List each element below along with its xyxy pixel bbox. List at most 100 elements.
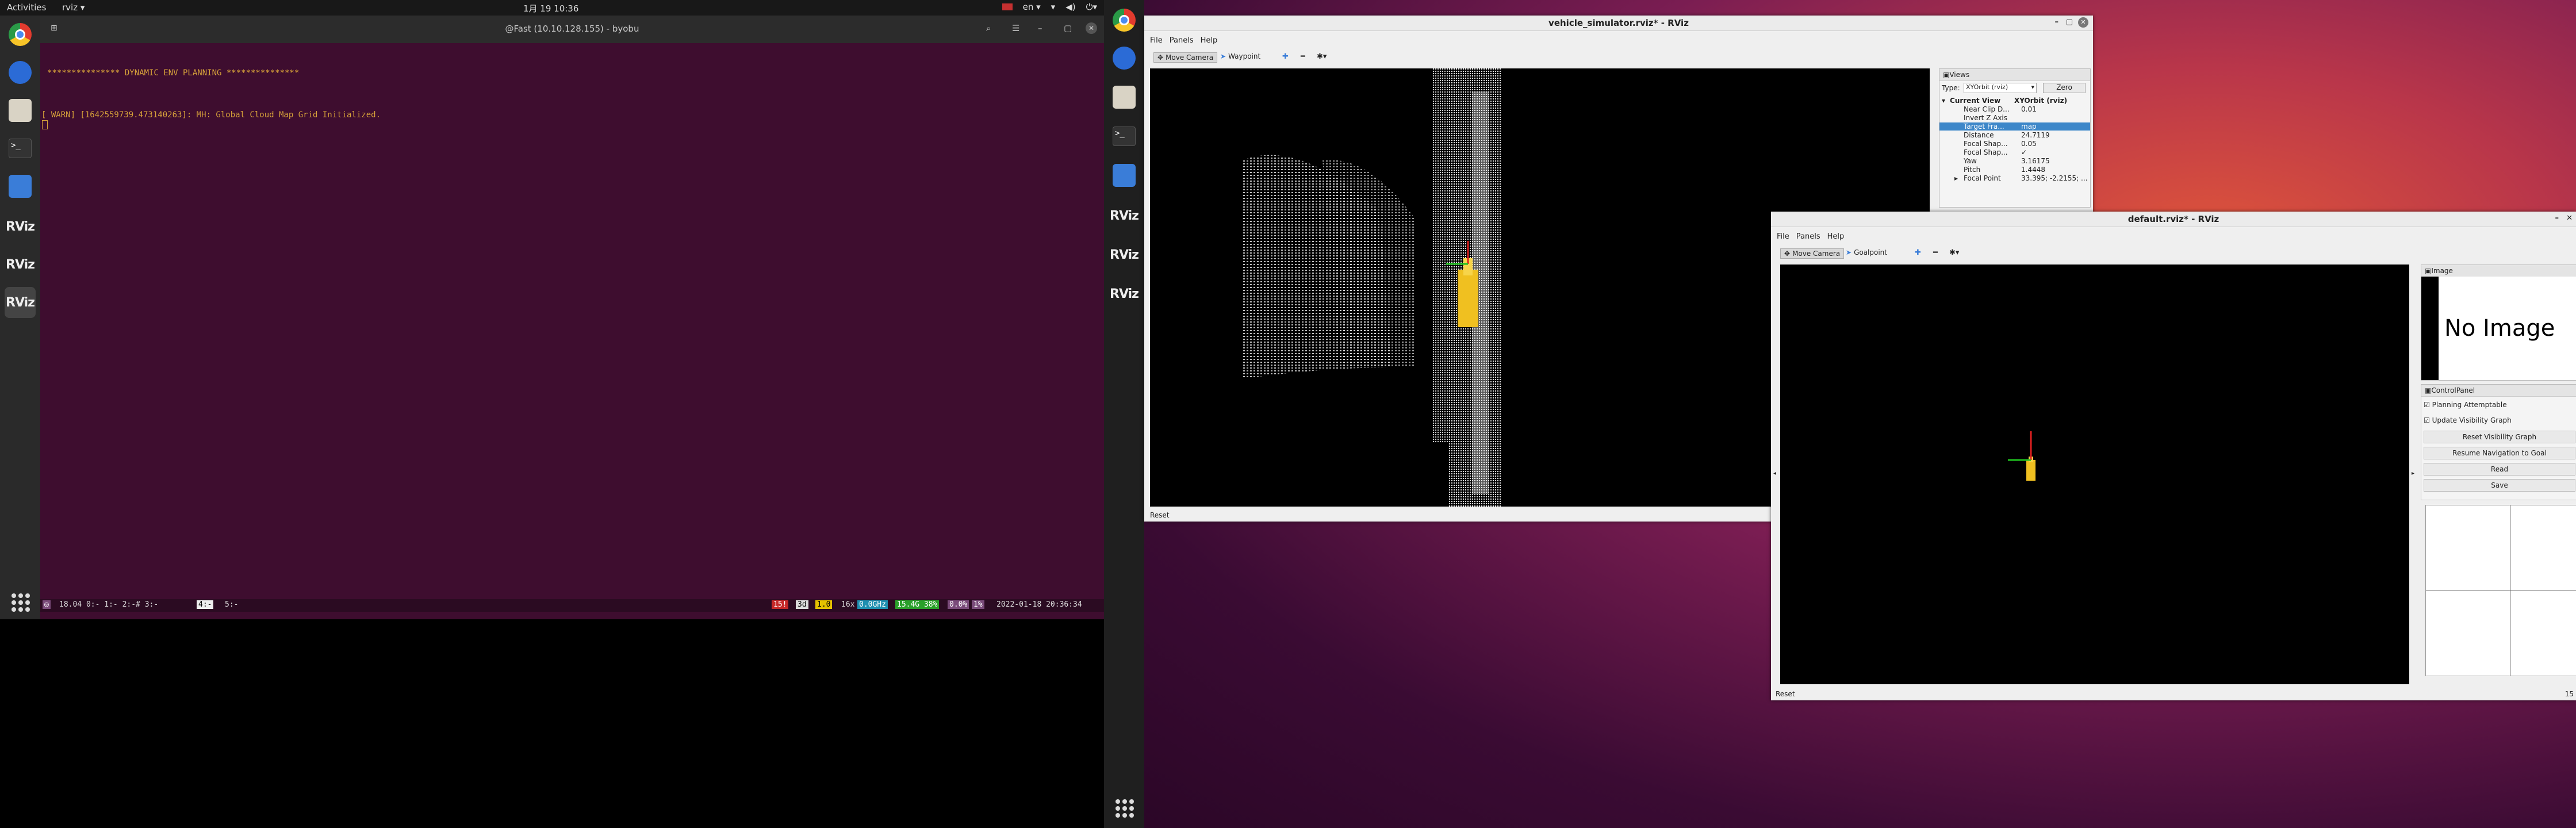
dock-rviz-1[interactable]: RViz [5,211,36,242]
reset-button[interactable]: Reset [1150,511,1184,520]
window-title: vehicle_simulator.rviz* - RViz [1548,18,1689,28]
maximize-icon[interactable]: ▢ [1064,23,1072,33]
remove-tool-icon[interactable]: ━ [1301,52,1305,61]
minimize-icon[interactable]: – [1038,23,1042,33]
terminal-title: @Fast (10.10.128.155) - byobu [505,24,639,34]
remove-tool-icon[interactable]: ━ [1933,248,1938,257]
terminal-window: ⊞ @Fast (10.10.128.155) - byobu ⌕ ☰ – ▢ … [40,16,1104,619]
reset-button[interactable]: Reset [1776,690,1795,698]
no-image-text: No Image [2444,315,2555,342]
menu-panels[interactable]: Panels [1170,36,1194,45]
clock[interactable]: 1月 19 10:36 [523,2,578,14]
tree-row[interactable]: ▾ Current View XYOrbit (rviz) [1939,97,2089,105]
tree-row-selected[interactable]: Target Fra... map [1939,122,2090,131]
close-icon[interactable]: ✕ [2078,17,2088,28]
dock-text-editor[interactable] [5,171,36,202]
status-disk: 0.0% [948,600,969,609]
tool-properties-icon[interactable]: ✱▾ [1317,52,1327,61]
planning-attemptable-checkbox[interactable]: ☑ Planning Attemptable [2424,401,2507,409]
expand-arrow-icon[interactable]: ▸ [1954,174,1958,182]
window-titlebar[interactable]: vehicle_simulator.rviz* - RViz – ▢ ✕ [1144,16,2093,31]
control-panel-header: ▣ ControlPanel [2421,385,2576,397]
search-icon[interactable]: ⌕ [986,23,991,33]
goalpoint-tool[interactable]: ➤ Goalpoint [1846,248,1887,256]
text-editor-icon [9,175,32,198]
keyboard-flag-icon[interactable] [1002,3,1013,10]
terminal-line-banner: *************** DYNAMIC ENV PLANNING ***… [47,68,300,78]
move-camera-tool[interactable]: ✥ Move Camera [1153,52,1218,63]
dock-chrome[interactable] [1109,5,1140,36]
hamburger-menu-icon[interactable]: ☰ [1012,23,1019,33]
dock-thunderbird[interactable] [5,57,36,88]
status-cpu-count: 16x [841,600,855,609]
minimize-icon[interactable]: – [2055,18,2059,26]
dock-files[interactable] [5,95,36,126]
tree-row[interactable]: Focal Shap... ✓ [1946,148,2096,156]
menu-help[interactable]: Help [1201,36,1218,45]
tree-row[interactable]: Pitch 1.4448 [1946,166,2096,174]
input-language[interactable]: en ▾ [1023,2,1041,12]
rviz-icon: RViz [1110,208,1139,223]
menu-help[interactable]: Help [1827,232,1845,241]
move-camera-tool[interactable]: ✥ Move Camera [1780,248,1845,259]
tree-row[interactable]: Distance 24.7119 [1946,131,2096,139]
dock-terminal[interactable]: >_ [1109,121,1140,152]
add-tool-icon[interactable]: ✚ [1282,52,1289,61]
tree-row[interactable]: ▸ Focal Point 33.395; -2.2155; ... [1946,174,2096,182]
network-icon[interactable]: ▾ [1051,2,1056,12]
save-button[interactable]: Save [2424,479,2575,492]
tree-row[interactable]: Near Clip D... 0.01 [1946,105,2096,113]
tree-row[interactable]: Invert Z Axis [1946,114,2096,122]
rviz-3d-viewport[interactable] [1780,264,2409,684]
terminal-body[interactable]: *************** DYNAMIC ENV PLANNING ***… [40,43,1104,619]
view-type-select[interactable]: XYOrbit (rviz) ▾ [1964,83,2037,93]
waypoint-tool[interactable]: ➤ Waypoint [1220,52,1260,60]
goalpoint-icon: ➤ [1846,248,1852,256]
window-titlebar[interactable]: default.rviz* - RViz – ✕ [1771,212,2576,227]
show-apps-icon[interactable] [1116,799,1134,818]
menu-bar: File Panels Help [1150,36,1217,45]
collapse-right-icon[interactable]: ▸ [2412,470,2414,477]
dock-rviz-2[interactable]: RViz [1109,239,1140,270]
terminal-icon: >_ [9,139,32,158]
activities-button[interactable]: Activities [7,2,46,13]
view-type-label: Type: [1942,84,1960,92]
dock-chrome[interactable] [5,19,36,50]
minimize-icon[interactable]: – [2555,214,2559,223]
checkmark-icon: ☑ [2424,416,2432,424]
app-menu[interactable]: rviz ▾ [62,2,85,13]
dock-thunderbird[interactable] [1109,43,1140,74]
read-button[interactable]: Read [2424,463,2575,476]
image-icon: ▣ [2425,267,2432,275]
move-camera-icon: ✥ [1157,53,1164,62]
power-icon[interactable]: ⏻▾ [1086,2,1097,12]
add-tool-icon[interactable]: ✚ [1915,248,1921,257]
dock-rviz-3[interactable]: RViz [5,287,36,318]
reset-visibility-graph-button[interactable]: Reset Visibility Graph [2424,431,2575,443]
dock-terminal[interactable]: >_ [5,133,36,164]
tree-row[interactable]: Yaw 3.16175 [1946,157,2096,165]
close-icon[interactable]: ✕ [1086,22,1097,34]
show-apps-icon[interactable] [12,593,30,612]
dock-rviz-1[interactable]: RViz [1109,200,1140,231]
maximize-icon[interactable]: ▢ [2066,18,2073,26]
dock-rviz-2[interactable]: RViz [5,249,36,280]
dock-rviz-3[interactable]: RViz [1109,278,1140,309]
dock-text-editor[interactable] [1109,160,1140,191]
close-icon[interactable]: ✕ [2566,214,2573,223]
menu-panels[interactable]: Panels [1796,232,1820,241]
volume-icon[interactable]: ◀) [1065,2,1075,12]
resume-navigation-button[interactable]: Resume Navigation to Goal [2424,447,2575,459]
menu-file[interactable]: File [1777,232,1789,241]
zero-button[interactable]: Zero [2043,83,2086,93]
window-title: default.rviz* - RViz [2128,214,2220,224]
dock-right: >_ RViz RViz RViz [1104,0,1144,828]
update-visibility-graph-checkbox[interactable]: ☑ Update Visibility Graph [2424,416,2512,424]
menu-file[interactable]: File [1150,36,1163,45]
tool-properties-icon[interactable]: ✱▾ [1949,248,1959,257]
panel-icon: ▣ [2425,386,2432,394]
tree-row[interactable]: Focal Shap... 0.05 [1946,140,2096,148]
dock-files[interactable] [1109,82,1140,113]
expand-arrow-icon[interactable]: ▾ [1942,97,1945,105]
collapse-left-icon[interactable]: ◂ [1773,470,1776,477]
